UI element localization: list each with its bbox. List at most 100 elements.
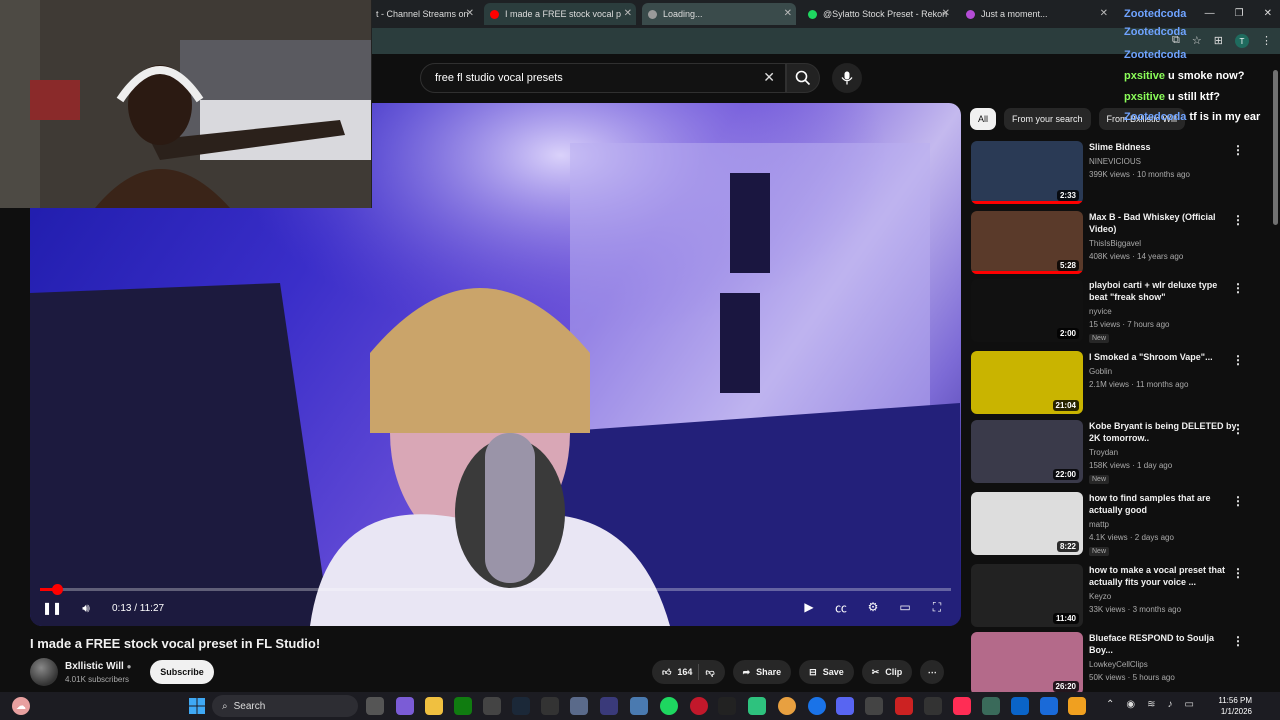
recommendation-title[interactable]: Blueface RESPOND to Soulja Boy... — [1089, 632, 1237, 656]
more-icon[interactable]: ⋮ — [1232, 422, 1244, 436]
settings-gear-icon[interactable]: ⚙ — [865, 599, 881, 615]
video-thumbnail[interactable]: 5:28 — [971, 211, 1083, 274]
recommendation-channel[interactable]: NINEVICIOUS — [1089, 157, 1141, 166]
channel-avatar[interactable] — [30, 658, 58, 686]
recommendation-item[interactable]: 2:33 Slime Bidness NINEVICIOUS 399K views ·… — [970, 141, 1270, 205]
video-thumbnail[interactable]: 11:40 — [971, 564, 1083, 627]
opera-icon[interactable] — [690, 697, 708, 715]
copilot-icon[interactable] — [396, 697, 414, 715]
file-explorer-icon[interactable] — [425, 697, 443, 715]
app-icon[interactable] — [778, 697, 796, 715]
pause-icon[interactable]: ❚❚ — [42, 600, 62, 616]
recommendation-channel[interactable]: ThisIsBiggavel — [1089, 239, 1141, 248]
recommendation-channel[interactable]: Goblin — [1089, 367, 1112, 376]
recommendation-channel[interactable]: Keyzo — [1089, 592, 1111, 601]
tab-loading[interactable]: Loading... ✕ — [642, 3, 796, 25]
progress-bar[interactable] — [40, 584, 951, 595]
app-icon[interactable] — [600, 697, 618, 715]
video-thumbnail[interactable]: 8:22 — [971, 492, 1083, 555]
steam-icon[interactable] — [512, 697, 530, 715]
wifi-icon[interactable]: ≋ — [1147, 699, 1155, 710]
start-button[interactable] — [188, 697, 206, 715]
more-icon[interactable]: ⋮ — [1232, 494, 1244, 508]
search-input[interactable]: free fl studio vocal presets ✕ — [420, 63, 786, 93]
close-icon[interactable]: ✕ — [624, 8, 632, 19]
recommendation-item[interactable]: 2:00 playboi carti + wlr deluxe type beat… — [970, 279, 1270, 343]
chip-from-your-search[interactable]: From your search — [1004, 108, 1091, 130]
chevron-up-icon[interactable]: ⌃ — [1106, 699, 1114, 710]
battery-icon[interactable]: ▭ — [1185, 699, 1194, 710]
tab-channel-streams[interactable]: t - Channel Streams on ✕ — [370, 3, 478, 25]
recommendation-item[interactable]: 8:22 how to find samples that are actuall… — [970, 492, 1270, 556]
weather-icon[interactable]: ☁ — [12, 697, 30, 715]
autoplay-toggle-icon[interactable]: ▶ — [801, 599, 817, 615]
recommendation-title[interactable]: how to find samples that are actually go… — [1089, 492, 1237, 516]
thumbs-up-icon[interactable]: 👍︎ — [662, 667, 671, 678]
clip-button[interactable]: ✂ Clip — [861, 660, 913, 684]
close-icon[interactable]: ✕ — [784, 8, 792, 19]
app-icon[interactable] — [1011, 697, 1029, 715]
capcut-icon[interactable] — [924, 697, 942, 715]
video-thumbnail[interactable]: 26:20 — [971, 632, 1083, 695]
close-icon[interactable]: ✕ — [1100, 8, 1108, 19]
video-thumbnail[interactable]: 2:33 — [971, 141, 1083, 204]
search-button[interactable] — [786, 63, 820, 93]
app-icon[interactable] — [718, 697, 736, 715]
recommendation-title[interactable]: Kobe Bryant is being DELETED by 2K tomor… — [1089, 420, 1237, 444]
close-icon[interactable]: ✕ — [942, 8, 950, 19]
chrome-icon[interactable] — [808, 697, 826, 715]
scrollbar-thumb[interactable] — [1273, 70, 1278, 225]
clock[interactable]: 11:56 PM 1/1/2026 — [1218, 695, 1252, 717]
recommendation-item[interactable]: 21:04 I Smoked a "Shroom Vape"... Goblin 2.… — [970, 351, 1270, 415]
recommendation-channel[interactable]: nyvice — [1089, 307, 1112, 316]
more-actions-button[interactable]: ⋯ — [920, 660, 945, 684]
xbox-icon[interactable] — [454, 697, 472, 715]
recommendation-item[interactable]: 22:00 Kobe Bryant is being DELETED by 2K … — [970, 420, 1270, 484]
chip-all[interactable]: All — [970, 108, 997, 130]
share-button[interactable]: ➦ Share — [732, 660, 792, 684]
recommendation-title[interactable]: I Smoked a "Shroom Vape"... — [1089, 351, 1237, 363]
recommendation-title[interactable]: playboi carti + wlr deluxe type beat "fr… — [1089, 279, 1237, 303]
more-icon[interactable]: ⋮ — [1232, 213, 1244, 227]
voice-search-button[interactable] — [832, 63, 862, 93]
epic-games-icon[interactable] — [483, 697, 501, 715]
more-icon[interactable]: ⋮ — [1232, 143, 1244, 157]
theater-mode-icon[interactable]: ▭ — [897, 599, 913, 615]
tab-just-a-moment[interactable]: Just a moment... ✕ — [960, 3, 1112, 25]
recommendation-channel[interactable]: mattp — [1089, 520, 1109, 529]
channel-name[interactable]: Bxllistic Will ● — [65, 661, 131, 672]
app-icon[interactable] — [748, 697, 766, 715]
save-button[interactable]: ⊟ Save — [799, 660, 854, 684]
volume-icon[interactable]: ♪ — [1168, 699, 1173, 710]
more-icon[interactable]: ⋮ — [1232, 281, 1244, 295]
app-icon[interactable] — [865, 697, 883, 715]
video-thumbnail[interactable]: 21:04 — [971, 351, 1083, 414]
recommendation-channel[interactable]: LowkeyCellClips — [1089, 660, 1148, 669]
video-thumbnail[interactable]: 2:00 — [971, 279, 1083, 342]
close-window-icon[interactable]: ✕ — [1264, 8, 1272, 19]
more-icon[interactable]: ⋮ — [1232, 634, 1244, 648]
recommendation-title[interactable]: Slime Bidness — [1089, 141, 1237, 153]
thumbs-down-icon[interactable]: 👎︎ — [705, 667, 714, 678]
recommendation-item[interactable]: 11:40 how to make a vocal preset that act… — [970, 564, 1270, 628]
volume-icon[interactable]: 🔊︎ — [78, 600, 94, 616]
tab-youtube-video[interactable]: I made a FREE stock vocal p ✕ — [484, 3, 636, 25]
taskbar-search[interactable]: ⌕ Search — [212, 695, 358, 717]
recommendation-channel[interactable]: Troydan — [1089, 448, 1118, 457]
profile-avatar[interactable]: T — [1235, 34, 1249, 48]
page-scrollbar[interactable] — [1273, 62, 1278, 688]
video-thumbnail[interactable]: 22:00 — [971, 420, 1083, 483]
menu-icon[interactable]: ⋮ — [1261, 34, 1272, 48]
extensions-icon[interactable]: ⊞ — [1214, 34, 1223, 48]
app-icon[interactable] — [895, 697, 913, 715]
tab-sylatto-preset[interactable]: @Sylatto Stock Preset - Rekon ✕ — [802, 3, 954, 25]
captions-icon[interactable]: ㏄ — [833, 599, 849, 615]
recommendation-item[interactable]: 5:28 Max B - Bad Whiskey (Official Video)… — [970, 211, 1270, 275]
app-icon[interactable] — [982, 697, 1000, 715]
tiktok-icon[interactable] — [953, 697, 971, 715]
app-tray-icon[interactable]: ◉ — [1126, 699, 1135, 710]
discord-icon[interactable] — [836, 697, 854, 715]
task-view-icon[interactable] — [366, 697, 384, 715]
subscribe-button[interactable]: Subscribe — [150, 660, 214, 684]
recommendation-item[interactable]: 26:20 Blueface RESPOND to Soulja Boy... Lo… — [970, 632, 1270, 696]
